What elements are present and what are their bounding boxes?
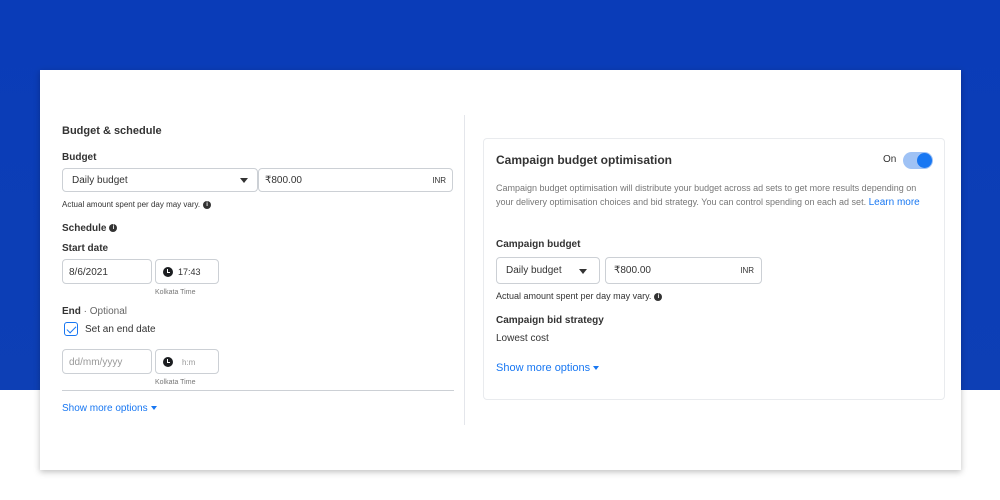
- end-optional-text: · Optional: [80, 306, 128, 317]
- show-more-options-link[interactable]: Show more options: [62, 403, 157, 414]
- end-time-input[interactable]: h:m: [155, 349, 219, 374]
- clock-icon: [163, 357, 173, 367]
- chevron-down-icon: [579, 269, 587, 274]
- cbo-description: Campaign budget optimisation will distri…: [496, 181, 936, 210]
- section-divider: [62, 390, 454, 391]
- toggle-knob: [917, 153, 932, 168]
- toggle-label: On: [883, 154, 897, 165]
- start-date-label: Start date: [62, 243, 109, 254]
- campaign-budget-note: Actual amount spent per day may vary. i: [496, 291, 663, 301]
- campaign-budget-note-text: Actual amount spent per day may vary.: [496, 291, 652, 301]
- show-more-text: Show more options: [496, 362, 591, 374]
- budget-amount-input[interactable]: ₹800.00 INR: [258, 168, 453, 192]
- end-time-placeholder: h:m: [182, 358, 196, 367]
- budget-label: Budget: [62, 152, 97, 163]
- end-timezone: Kolkata Time: [155, 379, 196, 386]
- budget-note-text: Actual amount spent per day may vary.: [62, 200, 201, 209]
- info-icon[interactable]: i: [109, 224, 118, 233]
- info-icon[interactable]: i: [654, 292, 663, 301]
- end-date-input[interactable]: dd/mm/yyyy: [62, 349, 152, 374]
- end-date-placeholder: dd/mm/yyyy: [69, 357, 123, 368]
- start-time-value: 17:43: [178, 267, 201, 277]
- budget-settings-card: Budget & schedule Budget Daily budget ₹8…: [40, 70, 961, 470]
- campaign-budget-amount-value: ₹800.00: [614, 265, 651, 276]
- budget-type-dropdown[interactable]: Daily budget: [62, 168, 258, 192]
- start-time-input[interactable]: 17:43: [155, 259, 219, 284]
- info-icon[interactable]: i: [203, 200, 212, 209]
- learn-more-link[interactable]: Learn more: [869, 197, 920, 208]
- budget-type-value: Daily budget: [72, 175, 128, 186]
- campaign-budget-optimisation-panel: Campaign budget optimisation On Campaign…: [483, 138, 945, 400]
- budget-schedule-panel: Budget & schedule Budget Daily budget ₹8…: [52, 115, 465, 425]
- currency-label: INR: [432, 176, 446, 185]
- schedule-label-text: Schedule: [62, 223, 107, 234]
- cbo-title: Campaign budget optimisation: [496, 153, 672, 167]
- chevron-down-icon: [240, 178, 248, 183]
- campaign-budget-type-value: Daily budget: [506, 265, 562, 276]
- campaign-budget-amount-input[interactable]: ₹800.00 INR: [605, 257, 762, 284]
- set-end-date-checkbox[interactable]: [64, 322, 78, 336]
- caret-down-icon: [150, 406, 157, 411]
- end-label-text: End: [62, 306, 81, 317]
- schedule-label: Schedule i: [62, 223, 118, 234]
- cbo-toggle[interactable]: [903, 152, 933, 169]
- bid-strategy-label: Campaign bid strategy: [496, 315, 604, 326]
- start-date-input[interactable]: 8/6/2021: [62, 259, 152, 284]
- start-date-value: 8/6/2021: [69, 267, 108, 278]
- caret-down-icon: [593, 366, 600, 371]
- bid-strategy-value: Lowest cost: [496, 333, 549, 344]
- set-end-date-label: Set an end date: [85, 324, 156, 335]
- show-more-options-link[interactable]: Show more options: [496, 362, 600, 374]
- cbo-description-text: Campaign budget optimisation will distri…: [496, 183, 917, 207]
- end-label: End · Optional: [62, 306, 127, 317]
- budget-note: Actual amount spent per day may vary. i: [62, 200, 212, 209]
- clock-icon: [163, 267, 173, 277]
- campaign-budget-label: Campaign budget: [496, 239, 581, 250]
- show-more-text: Show more options: [62, 403, 148, 414]
- campaign-currency-label: INR: [740, 266, 754, 275]
- campaign-budget-type-dropdown[interactable]: Daily budget: [496, 257, 600, 284]
- start-timezone: Kolkata Time: [155, 289, 196, 296]
- budget-schedule-title: Budget & schedule: [62, 125, 162, 137]
- budget-amount-value: ₹800.00: [265, 175, 302, 186]
